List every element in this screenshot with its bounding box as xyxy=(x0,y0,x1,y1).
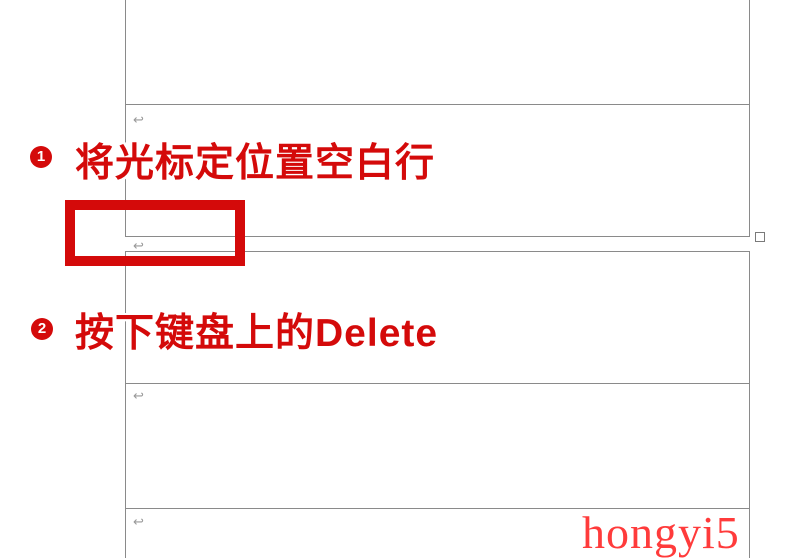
paragraph-mark-icon: ↩ xyxy=(133,514,144,530)
callout-text-1: 将光标定位置空白行 xyxy=(75,132,435,188)
highlight-box xyxy=(65,200,245,266)
watermark-text: hongyi5 xyxy=(582,506,740,558)
table-cell-top[interactable] xyxy=(125,0,750,106)
callout-bullet-1: 1 xyxy=(30,146,52,168)
canvas: ↩ ↩ ↩ ↩ 1 将光标定位置空白行 2 按下键盘上的Delete hongy… xyxy=(0,0,793,558)
table-cell-bot[interactable] xyxy=(125,383,750,509)
callout-text-2: 按下键盘上的Delete xyxy=(75,302,438,358)
paragraph-mark-icon: ↩ xyxy=(133,388,144,404)
callout-bullet-2: 2 xyxy=(31,318,53,340)
table-anchor-icon xyxy=(755,232,765,242)
paragraph-mark-icon: ↩ xyxy=(133,112,144,128)
